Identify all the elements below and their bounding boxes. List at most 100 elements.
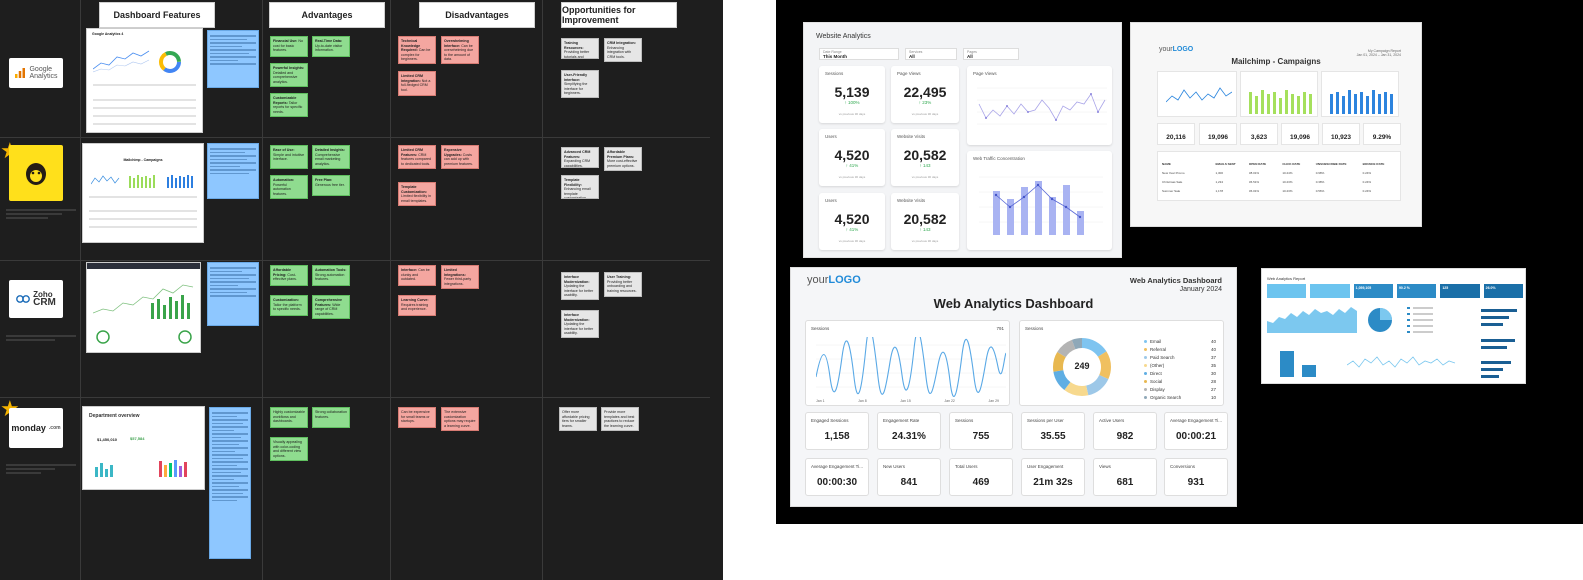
disadvantage-note[interactable]: Limited CRM Features: CRM features compa… xyxy=(398,145,436,169)
features-note[interactable] xyxy=(207,143,259,199)
disadvantage-note[interactable]: The extensive customization options may … xyxy=(441,407,479,431)
advantage-note[interactable]: Financial Use: No cost for basic feature… xyxy=(270,36,308,57)
metric-card-users[interactable]: Users 4,520 ↑ 41% vs previous 30 days xyxy=(819,193,885,250)
disadvantage-note[interactable]: Interface: Can be clunky and outdated. xyxy=(398,265,436,286)
zoho-icon xyxy=(16,295,31,303)
advantage-note[interactable]: Powerful Insights: Detailed and comprehe… xyxy=(270,63,308,87)
services-select[interactable]: Services All xyxy=(905,48,957,60)
mailchimp-logo xyxy=(9,145,63,201)
kpi-card[interactable]: Total Users 469 xyxy=(949,458,1013,496)
header-opportunities: Opportunities for Improvement xyxy=(561,2,677,28)
advantage-note[interactable]: Ease of Use: Simple and intuitive interf… xyxy=(270,145,308,169)
kpi-card[interactable]: Active Users 982 xyxy=(1093,412,1157,450)
table-header: NAME EMAILS SENT OPEN RATE CLICK RATE UNSUBS… xyxy=(1162,162,1385,166)
advantage-note[interactable]: Automation: Powerful automation features… xyxy=(270,175,308,199)
disadvantage-note[interactable]: Learning Curve: Requires training and ex… xyxy=(398,295,436,316)
opportunity-note[interactable]: CRM Integration: Enhancing integration w… xyxy=(604,38,642,62)
mailchimp-stat-card[interactable]: 20,116 xyxy=(1157,123,1195,145)
advantage-note[interactable]: Free Plan: Generous free tier. xyxy=(312,175,350,196)
disadvantage-note[interactable]: Template Customization: Limited flexibil… xyxy=(398,182,436,206)
thumbnail-gauges xyxy=(96,330,192,344)
features-note[interactable] xyxy=(207,262,259,326)
report-legend-rows xyxy=(1407,307,1433,333)
advantage-note[interactable]: Automation Tools: Strong automation feat… xyxy=(312,265,350,286)
mailchimp-stat-card[interactable]: 19,096 xyxy=(1199,123,1237,145)
opportunity-note[interactable]: Interface Modernization: Updating the in… xyxy=(561,272,599,300)
kpi-card[interactable]: Sessions 755 xyxy=(949,412,1013,450)
advantage-note[interactable]: Strong collaboration features. xyxy=(312,407,350,428)
mailchimp-stat-card[interactable]: 19,096 xyxy=(1281,123,1319,145)
kpi-card[interactable]: Average Engagement Ti... 00:00:30 xyxy=(805,458,869,496)
metric-card-sessions[interactable]: Sessions 5,139 ↑ 100% vs previous 30 days xyxy=(819,66,885,123)
comparison-board: Dashboard Features Advantages Disadvanta… xyxy=(0,0,723,580)
mailchimp-stat-card[interactable]: 3,623 xyxy=(1240,123,1278,145)
advantage-note[interactable]: Comprehensive Features: Wide range of CR… xyxy=(312,295,350,319)
opportunity-note[interactable]: Provide more templates and best practice… xyxy=(601,407,639,431)
wa-header-title: Web Analytics Dashboard xyxy=(1129,276,1222,285)
campaigns-table[interactable]: NAME EMAILS SENT OPEN RATE CLICK RATE UNSUBS… xyxy=(1157,151,1401,201)
mailchimp-line-card[interactable] xyxy=(1157,71,1237,117)
opportunity-note[interactable]: Training Resources: Providing better tut… xyxy=(561,38,599,59)
opportunity-note[interactable]: Advanced CRM Features: Expanding CRM cap… xyxy=(561,147,599,168)
monday-thumbnail[interactable]: Department overview $1,450,010 $57,584 xyxy=(82,406,205,490)
mailchimp-title: Mailchimp - Campaigns xyxy=(1231,57,1321,66)
opportunity-note[interactable]: Affordable Premium Plans: More cost-effe… xyxy=(604,147,642,171)
advantage-note[interactable]: Customizable Reports: Tailor reports for… xyxy=(270,93,308,117)
pages-select[interactable]: Pages All xyxy=(963,48,1019,60)
table-row[interactable]: Summer Sale 1,178 36.01% 10.23% 0.56% 0.24% xyxy=(1162,189,1396,193)
mailchimp-thumbnail[interactable]: Mailchimp - Campaigns xyxy=(82,143,204,243)
advantage-note[interactable]: Highly customizable workflows and dashbo… xyxy=(270,407,308,428)
column-divider xyxy=(542,0,543,580)
website-analytics-panel[interactable]: Website Analytics Date Range This Month S… xyxy=(803,22,1122,258)
mailchimp-stat-card[interactable]: 9.29% xyxy=(1363,123,1401,145)
opportunity-note[interactable]: Template Flexibility: Enhancing email te… xyxy=(561,175,599,199)
advantage-note[interactable]: Customization: Tailor the platform to sp… xyxy=(270,295,308,316)
sessions-line-chart xyxy=(816,337,1006,397)
table-row[interactable]: New Year Promo 1,300 38.01% 10.24% 0.98% 0.24… xyxy=(1162,171,1396,175)
advantage-note[interactable]: Visually appealing with color-coding and… xyxy=(270,437,308,461)
disadvantage-note[interactable]: Technical Knowledge Required: Can be com… xyxy=(398,36,436,64)
web-analytics-report-panel[interactable]: Web Analytics Report 1,059,105 90.2 % 12… xyxy=(1261,268,1526,384)
kpi-card[interactable]: Sessions per User 35.55 xyxy=(1021,412,1085,450)
traffic-concentration-chart[interactable]: Web Traffic Concentration xyxy=(967,151,1112,250)
date-range-select[interactable]: Date Range This Month xyxy=(819,48,899,60)
sessions-line-card[interactable]: Sessions 791 Jan 1 Jan 8 Jan 15 Jan 22 Jan 2… xyxy=(805,320,1010,406)
mailchimp-green-bar-card[interactable] xyxy=(1240,71,1318,117)
advantage-note[interactable]: Detailed Insights: Comprehensive email m… xyxy=(312,145,350,169)
mailchimp-blue-bar-card[interactable] xyxy=(1321,71,1399,117)
traffic-bar-line-chart xyxy=(979,176,1103,235)
metric-card-website-visits[interactable]: Website Visits 20,582 ↑ 143 vs previous 30 … xyxy=(891,129,959,186)
google-analytics-thumbnail[interactable]: Google Analytics 4 xyxy=(86,28,203,133)
page-views-chart[interactable]: Page Views xyxy=(967,66,1112,145)
kpi-card[interactable]: User Engagement 21m 32s xyxy=(1021,458,1085,496)
kpi-card[interactable]: Engagement Rate 24.31% xyxy=(877,412,941,450)
opportunity-note[interactable]: Offer more affordable pricing tiers for … xyxy=(559,407,597,431)
opportunity-note[interactable]: User Training: Providing better onboardi… xyxy=(604,272,642,297)
kpi-card[interactable]: Average Engagement Ti... 00:00:21 xyxy=(1164,412,1228,450)
mailchimp-campaigns-panel[interactable]: yourLOGO Mailchimp - Campaigns My Campai… xyxy=(1130,22,1422,227)
opportunity-note[interactable]: User-Friendly Interface: Simplifying the… xyxy=(561,70,599,98)
column-divider xyxy=(390,0,391,580)
zoho-crm-thumbnail[interactable] xyxy=(86,262,201,353)
disadvantage-note[interactable]: Overwhelming Interface: Can be overwhelm… xyxy=(441,36,479,64)
features-note[interactable] xyxy=(207,30,259,88)
kpi-card[interactable]: Views 681 xyxy=(1093,458,1157,496)
metric-card-website-visits[interactable]: Website Visits 20,582 ↑ 143 vs previous 30 … xyxy=(891,193,959,250)
table-row[interactable]: Christmas Sale 1,234 36.51% 10.23% 0.38% 0.24… xyxy=(1162,180,1396,184)
metric-card-page-views[interactable]: Page Views 22,495 ↑ 23% vs previous 30 days xyxy=(891,66,959,123)
sessions-donut-card[interactable]: Sessions 249 Email 40 Referral 40 Paid Sea… xyxy=(1019,320,1224,406)
kpi-card[interactable]: Engaged Sessions 1,158 xyxy=(805,412,869,450)
advantage-note[interactable]: Affordable Pricing: Cost-effective plans… xyxy=(270,265,308,286)
features-note[interactable] xyxy=(209,407,251,559)
disadvantage-note[interactable]: Expensive Upgrades: Costs can add up wit… xyxy=(441,145,479,169)
metric-card-users[interactable]: Users 4,520 ↑ 41% vs previous 30 days xyxy=(819,129,885,186)
kpi-card[interactable]: Conversions 931 xyxy=(1164,458,1228,496)
opportunity-note[interactable]: Interface Modernization: Updating the in… xyxy=(561,310,599,338)
mailchimp-stat-card[interactable]: 10,923 xyxy=(1322,123,1360,145)
advantage-note[interactable]: Real-Time Data: Up-to-date visitor infor… xyxy=(312,36,350,57)
disadvantage-note[interactable]: Can be expensive for small teams or star… xyxy=(398,407,436,428)
kpi-card[interactable]: New Users 841 xyxy=(877,458,941,496)
web-analytics-dashboard-panel[interactable]: yourLOGO Web Analytics Dashboard January… xyxy=(790,267,1237,507)
disadvantage-note[interactable]: Limited CRM Integration: Not a full-fled… xyxy=(398,71,436,96)
disadvantage-note[interactable]: Limited Integrations: Fewer third-party … xyxy=(441,265,479,289)
